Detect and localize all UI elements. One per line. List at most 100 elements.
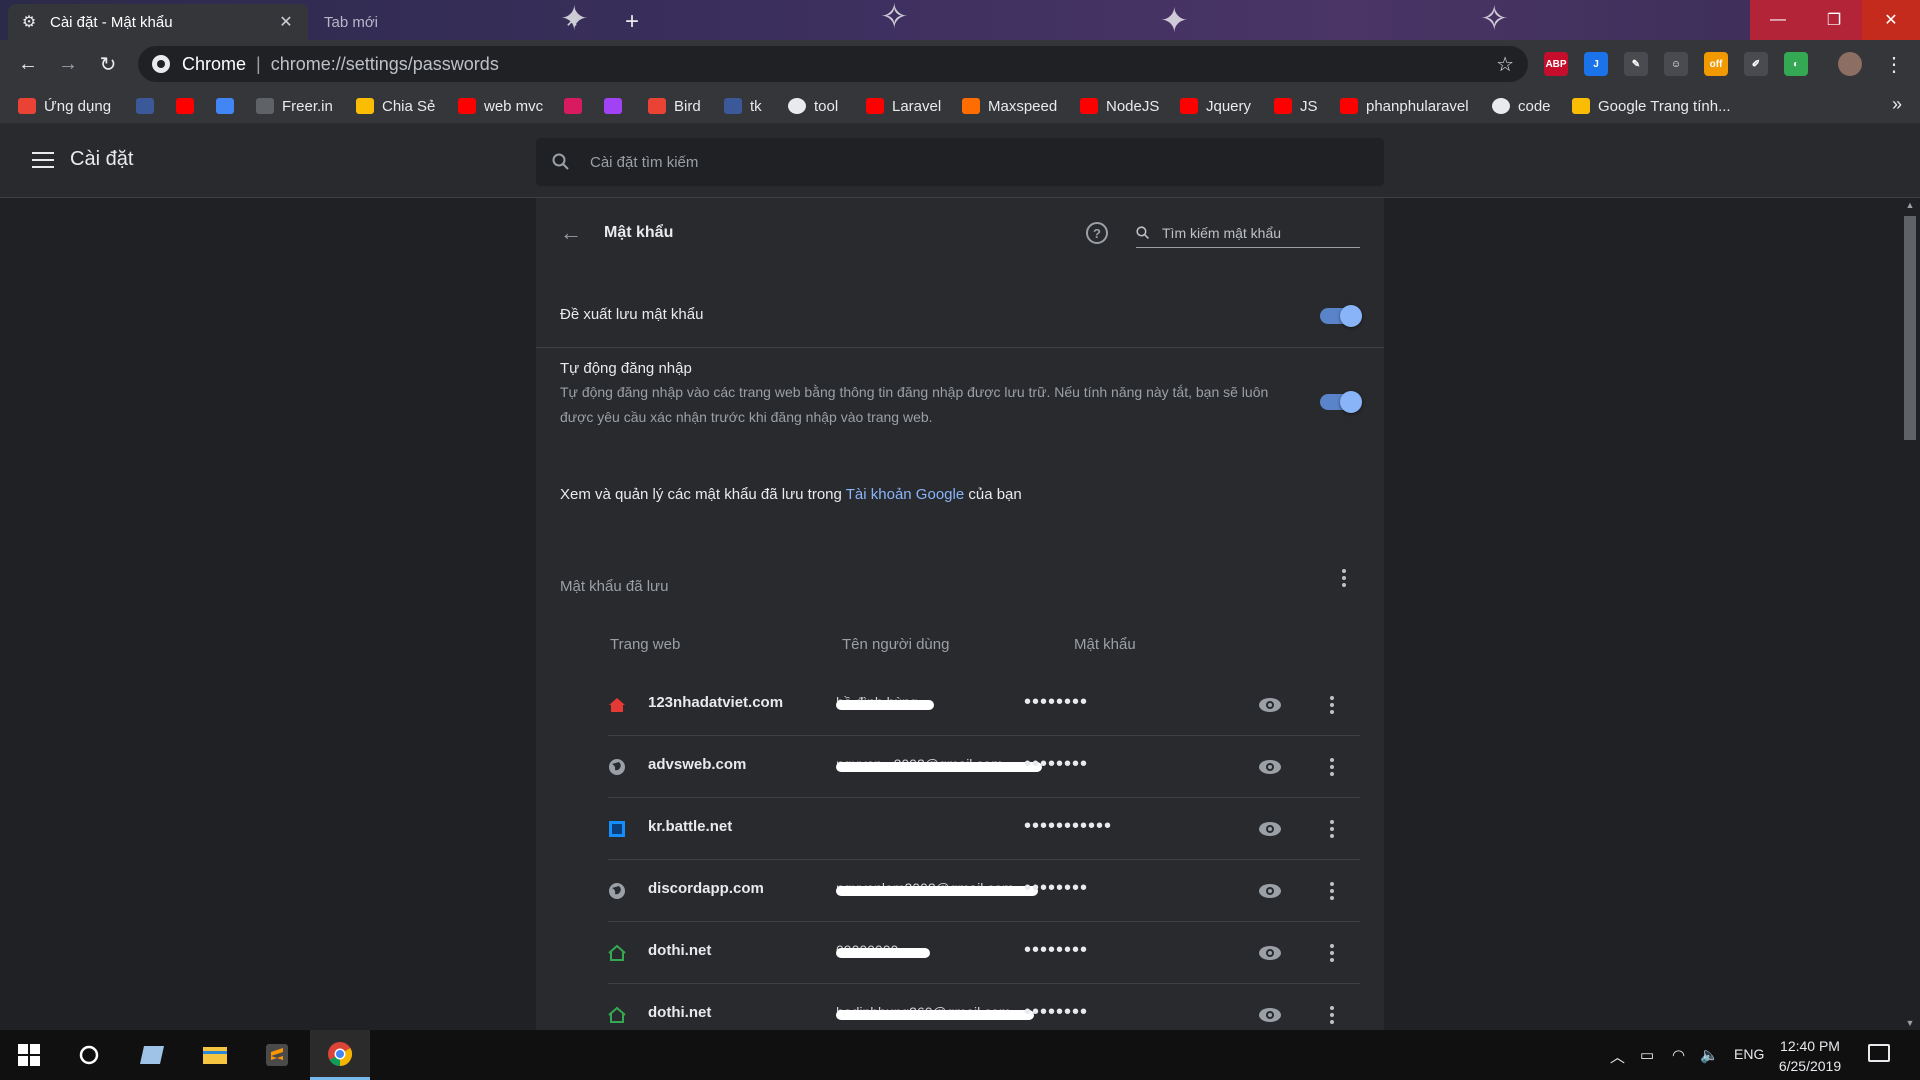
globe-icon (608, 882, 626, 900)
google-translate-icon (216, 98, 234, 114)
reload-button[interactable]: ↻ (94, 50, 122, 78)
adblock-plus-icon[interactable]: ABP (1544, 52, 1568, 76)
bookmark-tool[interactable]: tool (788, 88, 838, 124)
bookmark-phanphularavel[interactable]: phanphularavel (1340, 88, 1469, 124)
scrollbar-thumb[interactable] (1904, 216, 1916, 440)
bookmark-lips[interactable] (564, 88, 590, 124)
bookmark-tk[interactable]: tk (724, 88, 762, 124)
profile-avatar[interactable] (1838, 52, 1862, 76)
bookmark-code[interactable]: code (1492, 88, 1551, 124)
taskbar-app-notepad[interactable] (124, 1030, 182, 1080)
scroll-up-arrow-icon[interactable]: ▲ (1904, 200, 1916, 210)
taskbar-app-sublime-text[interactable] (248, 1030, 306, 1080)
bookmark-google-sheets[interactable]: Google Trang tính... (1572, 88, 1731, 124)
bookmarks-overflow-chevron-icon[interactable]: » (1892, 94, 1902, 115)
help-icon[interactable]: ? (1086, 222, 1108, 244)
bookmarks-bar: Ứng dụng Freer.in Chia Sẻ web mvc Bird t… (0, 88, 1920, 124)
saved-passwords-more-icon[interactable] (1334, 566, 1354, 590)
new-tab-button[interactable]: + (618, 8, 646, 36)
password-row: discordapp.com nguyenlam2002@gmail.com •… (608, 860, 1360, 922)
password-search-input[interactable] (1160, 223, 1350, 242)
show-password-eye-icon[interactable] (1258, 819, 1282, 839)
google-account-link[interactable]: Tài khoản Google (846, 486, 964, 503)
page-title: Cài đặt (70, 148, 134, 170)
cortana-search-button[interactable] (60, 1030, 118, 1080)
bookmark-chia-se[interactable]: Chia Sẻ (356, 88, 435, 124)
user-extension-icon[interactable]: ☺ (1664, 52, 1688, 76)
row-more-icon[interactable] (1326, 941, 1338, 965)
bookmark-jquery[interactable]: Jquery (1180, 88, 1251, 124)
tab-new-tab[interactable]: Tab mới ✕ (312, 4, 594, 40)
language-indicator[interactable]: ENG (1734, 1046, 1764, 1062)
offer-to-save-toggle[interactable] (1320, 305, 1362, 327)
forward-button[interactable]: → (54, 50, 82, 78)
show-password-eye-icon[interactable] (1258, 881, 1282, 901)
password-site: discordapp.com (648, 880, 764, 897)
row-more-icon[interactable] (1326, 817, 1338, 841)
show-password-eye-icon[interactable] (1258, 1005, 1282, 1025)
bookmark-bird[interactable]: Bird (648, 88, 701, 124)
password-row: dothi.net 09000000 •••••••• (608, 922, 1360, 984)
pin-extension-icon[interactable]: ✐ (1744, 52, 1768, 76)
bookmark-freer[interactable]: Freer.in (256, 88, 333, 124)
bookmark-maxspeed[interactable]: Maxspeed (962, 88, 1057, 124)
close-window-button[interactable]: ✕ (1862, 0, 1920, 40)
close-tab-icon[interactable]: ✕ (276, 12, 296, 32)
scroll-down-arrow-icon[interactable]: ▼ (1904, 1018, 1916, 1028)
back-arrow-icon[interactable]: ← (560, 220, 582, 246)
row-more-icon[interactable] (1326, 879, 1338, 903)
show-password-eye-icon[interactable] (1258, 695, 1282, 715)
show-hidden-icons-chevron-icon[interactable]: ︿ (1610, 1046, 1625, 1067)
translate-extension-icon[interactable]: ◐ (1784, 52, 1808, 76)
bookmark-facebook[interactable] (136, 88, 162, 124)
redaction-scribble (836, 948, 930, 958)
volume-muted-icon[interactable]: 🔈 (1700, 1046, 1719, 1064)
row-more-icon[interactable] (1326, 693, 1338, 717)
auto-signin-row: Tự động đăng nhập Tự động đăng nhập vào … (536, 348, 1384, 468)
row-more-icon[interactable] (1326, 755, 1338, 779)
row-more-icon[interactable] (1326, 1003, 1338, 1027)
search-icon (552, 153, 569, 170)
subpage-header: ← Mật khẩu ? (536, 198, 1384, 270)
address-bar[interactable]: Chrome | chrome://settings/passwords ☆ (138, 46, 1528, 82)
j-extension-icon[interactable]: J (1584, 52, 1608, 76)
password-masked: •••••••• (1024, 1001, 1089, 1023)
page-scrollbar[interactable]: ▲ ▼ (1900, 198, 1920, 1030)
bookmark-apps[interactable]: Ứng dụng (18, 88, 111, 124)
bookmark-google-translate[interactable] (216, 88, 242, 124)
show-password-eye-icon[interactable] (1258, 757, 1282, 777)
restore-button[interactable]: ❐ (1806, 0, 1862, 40)
minimize-button[interactable]: — (1750, 0, 1806, 40)
settings-search-box[interactable] (536, 138, 1384, 186)
bookmark-youtube[interactable] (176, 88, 202, 124)
password-search-box[interactable] (1136, 218, 1360, 248)
bookmark-star-icon[interactable]: ☆ (1496, 52, 1514, 77)
system-clock[interactable]: 12:40 PM 6/25/2019 (1770, 1036, 1850, 1076)
password-username: nguyen...2002@gmail.com (836, 756, 1046, 776)
close-tab-icon[interactable]: ✕ (562, 12, 582, 32)
chrome-menu-icon[interactable]: ⋮ (1880, 50, 1908, 78)
battery-icon[interactable]: ▭ (1640, 1046, 1654, 1064)
tab-settings-passwords[interactable]: ⚙ Cài đặt - Mật khẩu ✕ (8, 4, 308, 40)
bookmark-nodejs[interactable]: NodeJS (1080, 88, 1159, 124)
password-site: dothi.net (648, 1004, 712, 1021)
show-password-eye-icon[interactable] (1258, 943, 1282, 963)
settings-search-input[interactable] (588, 152, 1368, 172)
sparkle-decoration: ✧ (880, 0, 909, 36)
back-button[interactable]: ← (14, 50, 42, 78)
pen-extension-icon[interactable]: ✎ (1624, 52, 1648, 76)
auto-signin-toggle[interactable] (1320, 391, 1362, 413)
globe-icon (1492, 98, 1510, 114)
bookmark-infinity[interactable] (604, 88, 630, 124)
hamburger-menu-icon[interactable] (32, 152, 54, 168)
windows-start-button[interactable] (0, 1030, 58, 1080)
action-center-icon[interactable] (1868, 1044, 1890, 1062)
taskbar-app-file-explorer[interactable] (186, 1030, 244, 1080)
off-badge-extension-icon[interactable]: off (1704, 52, 1728, 76)
bookmark-js[interactable]: JS (1274, 88, 1318, 124)
redaction-scribble (836, 762, 1042, 772)
bookmark-laravel[interactable]: Laravel (866, 88, 941, 124)
wifi-icon[interactable]: ◠ (1672, 1046, 1685, 1064)
taskbar-app-chrome[interactable] (310, 1030, 370, 1080)
bookmark-web-mvc[interactable]: web mvc (458, 88, 543, 124)
